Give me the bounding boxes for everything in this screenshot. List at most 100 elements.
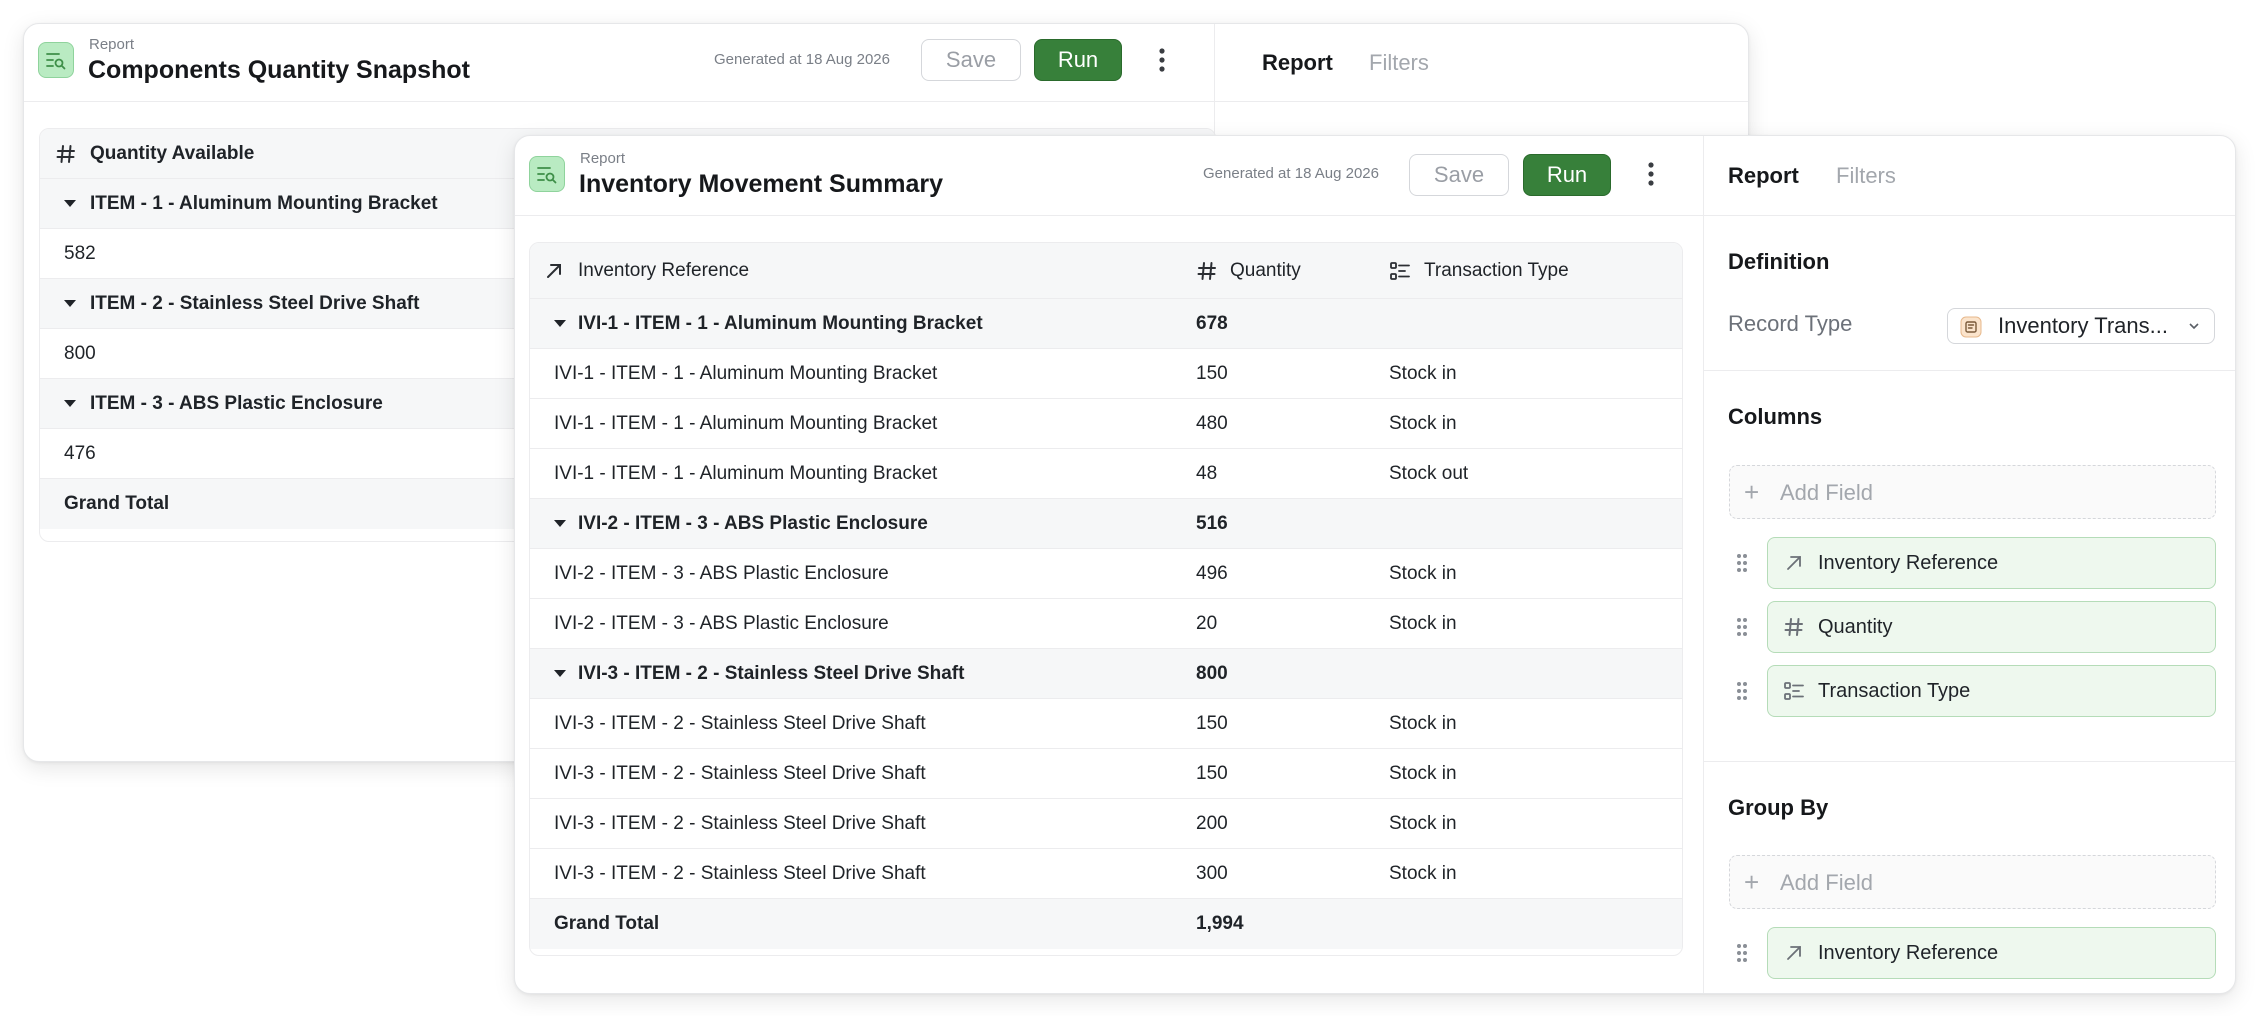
table-row: IVI-1 - ITEM - 1 - Aluminum Mounting Bra…	[530, 449, 1682, 499]
tab-report[interactable]: Report	[1262, 50, 1333, 76]
field-label: Quantity	[1818, 616, 1893, 638]
group-row[interactable]: IVI-3 - ITEM - 2 - Stainless Steel Drive…	[530, 649, 1682, 699]
group-row[interactable]: IVI-1 - ITEM - 1 - Aluminum Mounting Bra…	[530, 299, 1682, 349]
column-field-quantity[interactable]: Quantity	[1767, 601, 2216, 653]
inventory-reference-cell: IVI-1 - ITEM - 1 - Aluminum Mounting Bra…	[554, 463, 938, 484]
more-options-icon[interactable]	[1639, 158, 1663, 190]
inventory-reference-cell: IVI-1 - ITEM - 1 - Aluminum Mounting Bra…	[554, 413, 938, 434]
hash-icon	[1197, 262, 1216, 280]
add-column-field-button[interactable]: + Add Field	[1729, 465, 2216, 519]
table-row: IVI-3 - ITEM - 2 - Stainless Steel Drive…	[530, 849, 1682, 899]
record-type-select[interactable]: Inventory Trans...	[1947, 308, 2215, 344]
expand-caret-icon[interactable]	[554, 520, 566, 527]
drag-handle-icon[interactable]	[1735, 551, 1749, 575]
column-field-inventory-reference[interactable]: Inventory Reference	[1767, 537, 2216, 589]
run-button[interactable]: Run	[1034, 39, 1122, 81]
quantity-cell: 150	[1196, 713, 1228, 734]
quantity-cell: 300	[1196, 863, 1228, 884]
field-label: Inventory Reference	[1818, 552, 1999, 574]
hash-icon	[56, 145, 75, 163]
quantity-value: 800	[64, 343, 96, 364]
quantity-cell: 150	[1196, 363, 1228, 384]
column-header-inventory-reference[interactable]: Inventory Reference	[578, 246, 749, 296]
record-type-label: Record Type	[1728, 311, 1853, 336]
transaction-type-cell: Stock in	[1389, 413, 1457, 434]
report-kicker: Report	[89, 36, 135, 53]
expand-caret-icon[interactable]	[64, 300, 76, 307]
drag-handle-icon[interactable]	[1735, 941, 1749, 965]
panel-tabs: Report Filters	[1704, 136, 2235, 216]
table-row: IVI-3 - ITEM - 2 - Stainless Steel Drive…	[530, 749, 1682, 799]
group-by-heading: Group By	[1728, 795, 1829, 820]
inventory-report-window: Report Inventory Movement Summary Genera…	[514, 135, 2236, 994]
save-button[interactable]: Save	[1409, 154, 1509, 196]
expand-caret-icon[interactable]	[554, 670, 566, 677]
expand-caret-icon[interactable]	[64, 200, 76, 207]
report-app-icon	[38, 42, 74, 78]
expand-caret-icon[interactable]	[64, 400, 76, 407]
definition-heading: Definition	[1728, 249, 1830, 274]
plus-icon: +	[1744, 867, 1760, 897]
more-options-icon[interactable]	[1150, 44, 1174, 76]
group-quantity: 516	[1196, 513, 1228, 534]
add-group-by-field-button[interactable]: + Add Field	[1729, 855, 2216, 909]
panel-tabs: Report Filters	[1215, 24, 1748, 102]
quantity-cell: 200	[1196, 813, 1228, 834]
transaction-type-cell: Stock in	[1389, 863, 1457, 884]
hash-icon	[1784, 618, 1803, 636]
table-row: IVI-1 - ITEM - 1 - Aluminum Mounting Bra…	[530, 349, 1682, 399]
report-app-icon	[529, 156, 565, 192]
quantity-cell: 150	[1196, 763, 1228, 784]
add-field-label: Add Field	[1780, 870, 1873, 895]
reference-arrow-icon	[547, 264, 561, 278]
column-field-transaction-type[interactable]: Transaction Type	[1767, 665, 2216, 717]
quantity-cell: 48	[1196, 463, 1218, 484]
generated-timestamp: Generated at 18 Aug 2026	[1203, 165, 1379, 182]
transaction-type-cell: Stock in	[1389, 563, 1457, 584]
tab-filters[interactable]: Filters	[1836, 163, 1896, 189]
grand-total-label: Grand Total	[64, 493, 170, 514]
run-button[interactable]: Run	[1523, 154, 1611, 196]
grand-total-value: 1,994	[1196, 913, 1244, 934]
save-button[interactable]: Save	[921, 39, 1021, 81]
table-row: IVI-3 - ITEM - 2 - Stainless Steel Drive…	[530, 799, 1682, 849]
field-label: Inventory Reference	[1818, 942, 1999, 964]
table-row: IVI-1 - ITEM - 1 - Aluminum Mounting Bra…	[530, 399, 1682, 449]
columns-heading: Columns	[1728, 404, 1823, 429]
inventory-reference-cell: IVI-3 - ITEM - 2 - Stainless Steel Drive…	[554, 763, 926, 784]
transaction-type-cell: Stock in	[1389, 713, 1457, 734]
group-label: IVI-3 - ITEM - 2 - Stainless Steel Drive…	[578, 663, 965, 684]
group-quantity: 800	[1196, 663, 1228, 684]
transaction-type-cell: Stock in	[1389, 763, 1457, 784]
tab-report[interactable]: Report	[1728, 163, 1799, 189]
reference-arrow-icon	[1787, 556, 1801, 570]
column-header-quantity-available[interactable]: Quantity Available	[90, 129, 254, 179]
column-header-transaction-type[interactable]: Transaction Type	[1424, 246, 1569, 296]
inventory-reference-cell: IVI-2 - ITEM - 3 - ABS Plastic Enclosure	[554, 613, 889, 634]
drag-handle-icon[interactable]	[1735, 615, 1749, 639]
group-row[interactable]: IVI-2 - ITEM - 3 - ABS Plastic Enclosure…	[530, 499, 1682, 549]
checklist-icon	[1784, 682, 1804, 700]
inventory-reference-cell: IVI-3 - ITEM - 2 - Stainless Steel Drive…	[554, 713, 926, 734]
table-row: IVI-2 - ITEM - 3 - ABS Plastic Enclosure…	[530, 599, 1682, 649]
group-label: IVI-2 - ITEM - 3 - ABS Plastic Enclosure	[578, 513, 928, 534]
group-by-field-inventory-reference[interactable]: Inventory Reference	[1767, 927, 2216, 979]
transaction-type-cell: Stock in	[1389, 613, 1457, 634]
section-divider	[1704, 370, 2235, 371]
generated-timestamp: Generated at 18 Aug 2026	[714, 51, 890, 68]
section-divider	[1704, 761, 2235, 762]
column-header-quantity[interactable]: Quantity	[1230, 246, 1301, 296]
quantity-cell: 20	[1196, 613, 1218, 634]
group-label: ITEM - 3 - ABS Plastic Enclosure	[90, 393, 383, 414]
checklist-icon	[1390, 262, 1410, 280]
table-header-row: Inventory Reference Quantity Transaction…	[530, 243, 1682, 299]
inventory-table: Inventory Reference Quantity Transaction…	[529, 242, 1683, 956]
tab-filters[interactable]: Filters	[1369, 50, 1429, 76]
panel-divider	[1703, 136, 1704, 993]
transaction-type-cell: Stock out	[1389, 463, 1469, 484]
inventory-reference-cell: IVI-3 - ITEM - 2 - Stainless Steel Drive…	[554, 863, 926, 884]
drag-handle-icon[interactable]	[1735, 679, 1749, 703]
group-quantity: 678	[1196, 313, 1228, 334]
expand-caret-icon[interactable]	[554, 320, 566, 327]
reference-arrow-icon	[1787, 946, 1801, 960]
